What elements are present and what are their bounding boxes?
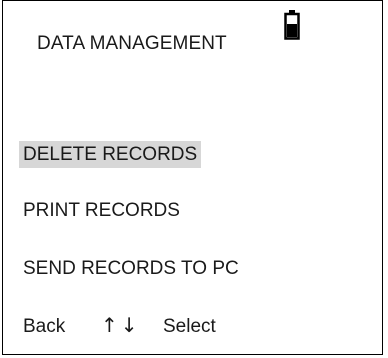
battery-icon	[284, 10, 300, 40]
device-screen: DATA MANAGEMENT DELETE RECORDS PRINT REC…	[2, 0, 383, 355]
menu-item-print-records[interactable]: PRINT RECORDS	[19, 197, 184, 224]
select-softkey[interactable]: Select	[163, 313, 216, 340]
menu-item-delete-records[interactable]: DELETE RECORDS	[19, 141, 202, 168]
screen-title: DATA MANAGEMENT	[37, 33, 227, 54]
menu-item-send-records-to-pc[interactable]: SEND RECORDS TO PC	[19, 255, 243, 282]
up-down-arrows-icon[interactable]: ↑↓	[101, 312, 141, 339]
back-softkey[interactable]: Back	[23, 313, 65, 340]
